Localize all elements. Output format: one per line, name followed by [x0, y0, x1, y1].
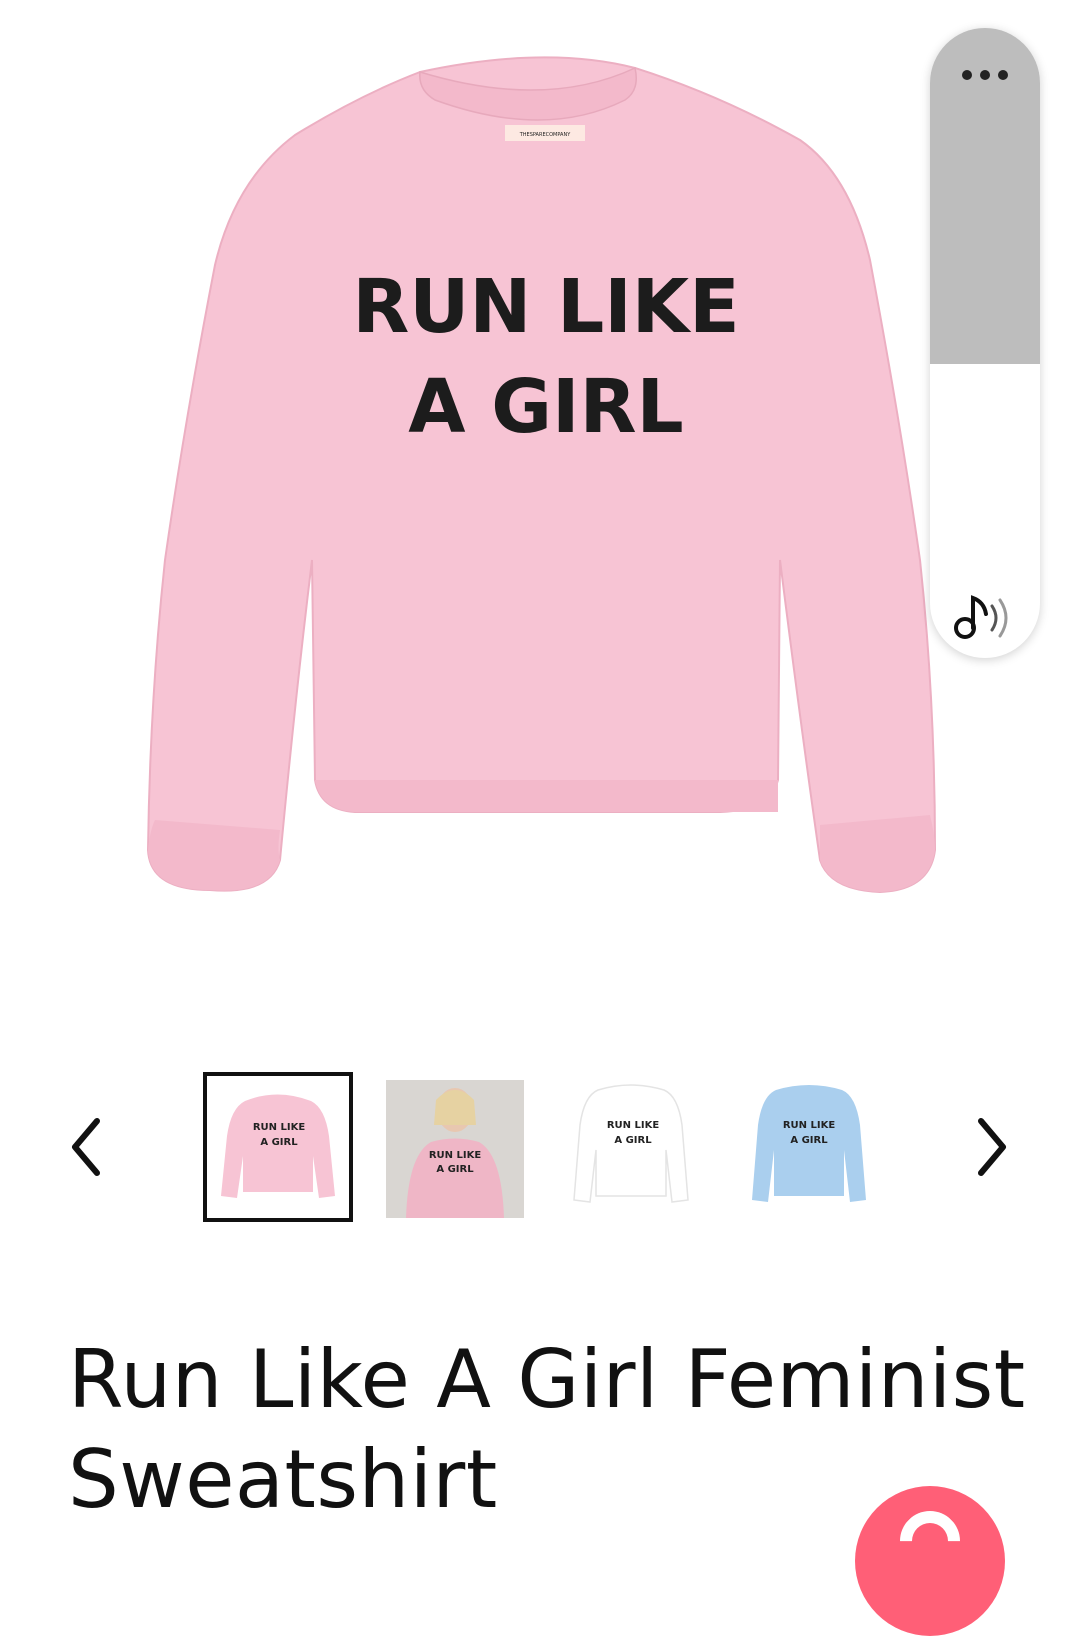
thumbnail-gallery: RUN LIKE A GIRL RUN LIKE A GIRL RUN LIKE… [0, 1072, 1080, 1224]
chevron-left-icon[interactable] [62, 1117, 112, 1177]
slogan-line-2: A GIRL [408, 364, 683, 450]
thumbnail-2-line-1: RUN LIKE [429, 1150, 482, 1161]
thumbnail-1-line-1: RUN LIKE [253, 1122, 306, 1133]
thumbnail-2[interactable]: RUN LIKE A GIRL [386, 1080, 524, 1218]
sweatshirt-image: THESPARECOMPANY RUN LIKE A GIRL [146, 56, 937, 894]
chevron-right-icon[interactable] [966, 1117, 1016, 1177]
thumbnail-2-line-2: A GIRL [436, 1164, 474, 1175]
floating-side-widget[interactable] [930, 28, 1040, 658]
thumbnail-1[interactable]: RUN LIKE A GIRL [203, 1072, 353, 1222]
brand-neck-label: THESPARECOMPANY [519, 132, 571, 138]
thumbnail-3[interactable]: RUN LIKE A GIRL [562, 1080, 700, 1218]
slogan-line-1: RUN LIKE [352, 264, 739, 350]
product-main-image[interactable]: THESPARECOMPANY RUN LIKE A GIRL [0, 0, 1080, 1010]
music-note-sound-icon[interactable] [950, 588, 1020, 648]
heart-icon [887, 1498, 973, 1584]
more-dots-icon[interactable] [930, 70, 1040, 80]
thumbnail-4[interactable]: RUN LIKE A GIRL [740, 1080, 878, 1218]
thumbnail-4-line-2: A GIRL [790, 1135, 828, 1146]
thumbnail-4-line-1: RUN LIKE [783, 1120, 836, 1131]
widget-handle[interactable] [930, 28, 1040, 364]
thumbnail-1-line-2: A GIRL [260, 1137, 298, 1148]
thumbnail-3-line-2: A GIRL [614, 1135, 652, 1146]
wishlist-button[interactable] [855, 1486, 1005, 1636]
thumbnail-3-line-1: RUN LIKE [607, 1120, 660, 1131]
